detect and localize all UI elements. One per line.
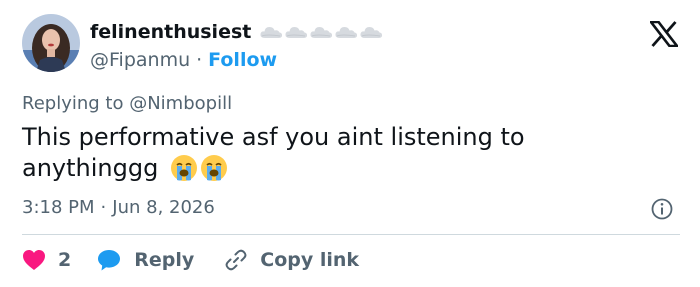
x-logo-icon[interactable]: [650, 21, 678, 47]
copy-link-button[interactable]: Copy link: [224, 248, 359, 272]
copy-link-label: Copy link: [260, 249, 360, 271]
avatar[interactable]: [22, 14, 80, 72]
tweet-text: This performative asf you aint listening…: [22, 122, 642, 184]
badge-list: [259, 23, 383, 41]
separator-dot: ·: [196, 49, 203, 71]
replying-mention[interactable]: @Nimbopill: [129, 93, 232, 114]
action-bar: 2 Reply Copy link: [22, 246, 359, 274]
tweet-body: This performative asf you aint listening…: [22, 123, 525, 182]
tweet-time[interactable]: 3:18 PM: [22, 196, 95, 220]
heart-icon: [23, 250, 45, 270]
display-name[interactable]: felinenthusiest: [90, 20, 251, 44]
cloud-icon: [360, 27, 383, 38]
avatar-image: [22, 14, 80, 72]
reply-label: Reply: [134, 249, 195, 271]
emoji-group: [170, 154, 228, 182]
info-icon[interactable]: [651, 198, 673, 220]
cloud-icon: [310, 27, 333, 38]
follow-button[interactable]: Follow: [208, 48, 277, 72]
loudly-crying-face-icon: [170, 155, 197, 181]
timestamp[interactable]: 3:18 PM · Jun 8, 2026: [22, 196, 215, 220]
link-icon: [225, 249, 247, 271]
handle-row: @Fipanmu · Follow: [90, 48, 277, 72]
reply-button[interactable]: Reply: [97, 249, 194, 271]
divider: [22, 234, 680, 235]
separator-dot: ·: [100, 197, 107, 218]
replying-prefix: Replying to: [22, 93, 124, 114]
cloud-icon: [260, 27, 283, 38]
cloud-icon: [335, 27, 358, 38]
user-handle[interactable]: @Fipanmu: [90, 48, 190, 72]
cloud-icon: [285, 27, 308, 38]
loudly-crying-face-icon: [200, 155, 227, 181]
like-count: 2: [58, 249, 72, 271]
replying-to: Replying to @Nimbopill: [22, 92, 232, 116]
tweet-date[interactable]: Jun 8, 2026: [112, 196, 215, 220]
like-button[interactable]: 2: [22, 249, 71, 271]
reply-bubble-icon: [98, 250, 121, 271]
